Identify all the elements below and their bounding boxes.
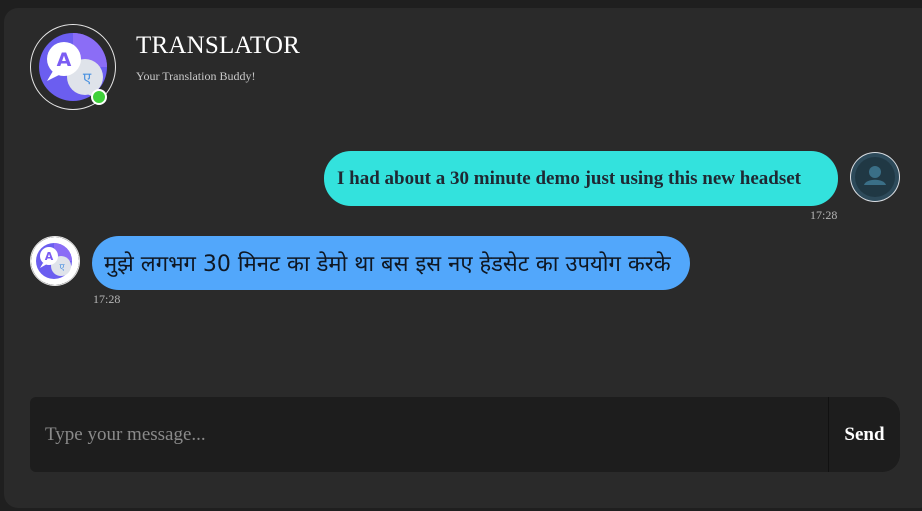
app-subtitle: Your Translation Buddy! [136, 69, 256, 83]
message-input[interactable] [30, 397, 828, 472]
send-button[interactable]: Send [828, 397, 900, 472]
incoming-message-time: 17:28 [93, 292, 121, 306]
svg-text:ए: ए [83, 69, 92, 87]
outgoing-message-text: I had about a 30 minute demo just using … [337, 168, 801, 189]
outgoing-message-bubble: I had about a 30 minute demo just using … [324, 151, 838, 206]
user-icon [851, 153, 899, 201]
translate-bubbles-icon: ए A [31, 237, 79, 285]
app-title: TRANSLATOR [136, 32, 301, 59]
chat-window: ए A TRANSLATOR Your Translation Buddy! I… [4, 8, 922, 508]
user-avatar [850, 152, 900, 202]
outgoing-message-time: 17:28 [810, 208, 838, 222]
incoming-message-text: मुझे लगभग 30 मिनट का डेमो था बस इस नए हे… [104, 252, 671, 277]
svg-text:A: A [45, 250, 54, 263]
online-status-dot [91, 89, 107, 105]
svg-text:A: A [57, 49, 72, 71]
bot-avatar: ए A [30, 236, 80, 286]
message-composer: Send [30, 397, 900, 472]
incoming-message-bubble: मुझे लगभग 30 मिनट का डेमो था बस इस नए हे… [92, 236, 690, 290]
